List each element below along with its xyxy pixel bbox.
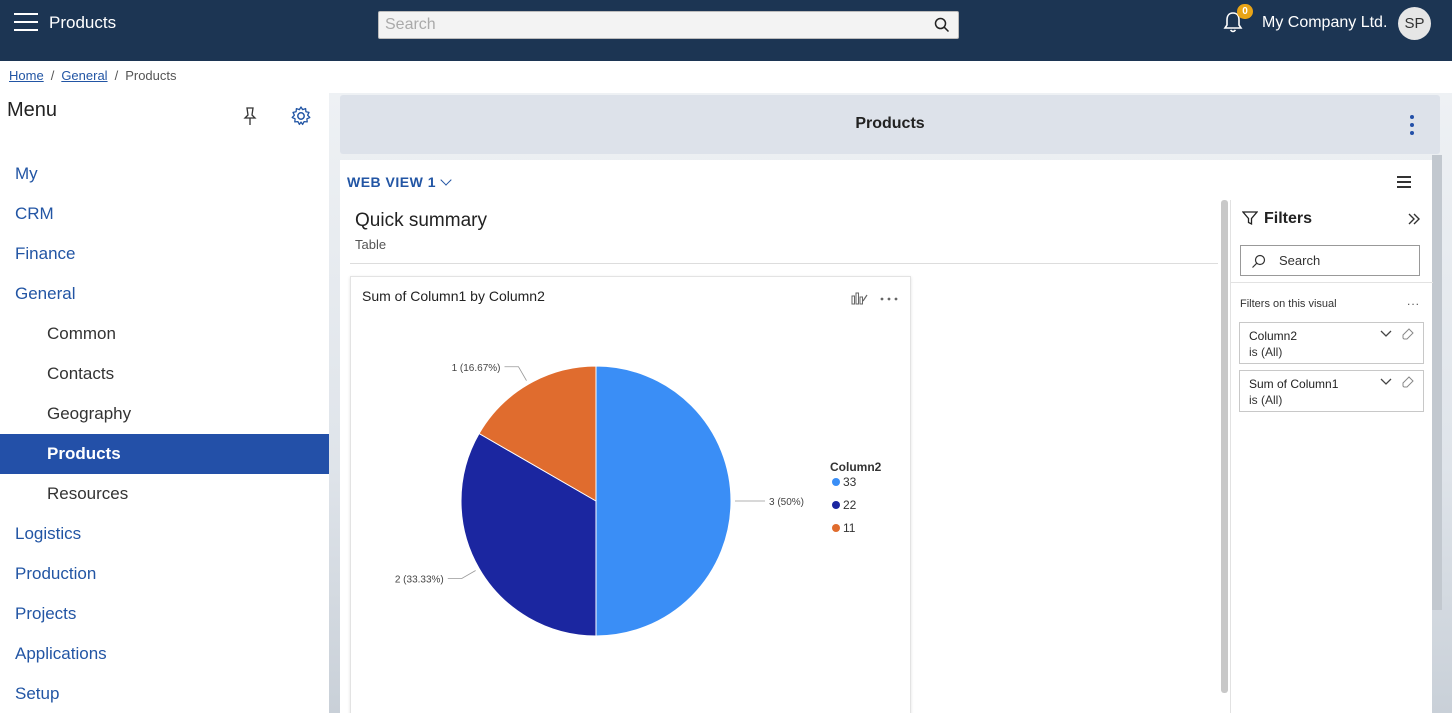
hamburger-menu-icon[interactable]: [14, 13, 38, 33]
search-icon: [1252, 254, 1266, 268]
pie-chart-visual[interactable]: Sum of Column1 by Column2 3 (50%) 2 (33.3…: [350, 276, 911, 713]
avatar[interactable]: SP: [1398, 7, 1431, 40]
sidebar-item-crm[interactable]: CRM: [0, 194, 329, 234]
report-title: Quick summary: [355, 210, 487, 231]
page-scrollbar[interactable]: [1432, 155, 1442, 610]
breadcrumb: Home / General / Products: [9, 68, 177, 83]
filter-card-sum-column1[interactable]: Sum of Column1 is (All): [1239, 370, 1424, 412]
pie-chart: 3 (50%) 2 (33.33%) 1 (16.67%) Column2 33 22…: [395, 363, 882, 637]
report-area: WEB VIEW 1 Quick summary Table Sum of Co…: [340, 160, 1433, 713]
breadcrumb-current: Products: [125, 68, 177, 83]
menu-title: Menu: [7, 99, 58, 121]
filter-search[interactable]: [1240, 245, 1420, 276]
legend-marker: [832, 478, 840, 486]
sidebar-item-common[interactable]: Common: [0, 314, 329, 354]
filters-more-button[interactable]: ...: [1407, 294, 1420, 308]
search-icon[interactable]: [934, 17, 950, 33]
data-label: 1 (16.67%): [452, 363, 501, 374]
divider: [1231, 282, 1433, 283]
filter-card-column2[interactable]: Column2 is (All): [1239, 322, 1424, 364]
breadcrumb-home[interactable]: Home: [9, 68, 44, 83]
canvas-scrollbar[interactable]: [1221, 200, 1228, 693]
app-title: Products: [49, 13, 117, 32]
legend-title: Column2: [830, 460, 882, 474]
view-selector-label: WEB VIEW 1: [347, 174, 437, 190]
eraser-icon[interactable]: [1402, 328, 1414, 340]
filters-header: Filters: [1241, 210, 1313, 228]
sidebar-item-resources[interactable]: Resources: [0, 474, 329, 514]
legend-marker: [832, 501, 840, 509]
sidebar-item-logistics[interactable]: Logistics: [0, 514, 329, 554]
page-header: Products: [340, 95, 1440, 154]
top-bar: Products 0 My Company Ltd. SP: [0, 0, 1452, 61]
leader-line: [447, 570, 476, 579]
report-subtitle: Table: [355, 237, 387, 252]
filter-card-value: is (All): [1249, 393, 1283, 407]
pin-icon[interactable]: [241, 106, 259, 126]
collapse-pane-icon[interactable]: [1407, 212, 1421, 226]
view-selector[interactable]: WEB VIEW 1: [347, 174, 452, 190]
filters-section-label: Filters on this visual: [1240, 298, 1337, 310]
chevron-down-icon[interactable]: [1380, 329, 1392, 339]
pie-slice-33[interactable]: [595, 365, 732, 637]
legend-entry[interactable]: 33: [843, 475, 857, 489]
breadcrumb-general[interactable]: General: [61, 68, 107, 83]
legend-marker: [832, 524, 840, 532]
divider: [350, 263, 1218, 264]
sidebar-item-production[interactable]: Production: [0, 554, 329, 594]
gear-icon[interactable]: [290, 105, 312, 127]
sidebar-item-contacts[interactable]: Contacts: [0, 354, 329, 394]
sidebar-item-general[interactable]: General: [0, 274, 329, 314]
eraser-icon[interactable]: [1402, 376, 1414, 388]
data-label: 2 (33.33%): [395, 575, 444, 586]
notification-badge: 0: [1237, 4, 1253, 19]
filter-card-name: Sum of Column1: [1249, 377, 1339, 391]
filters-pane: Filters Filters on this visual ... Colum…: [1230, 200, 1433, 713]
filter-search-input[interactable]: [1279, 246, 1419, 274]
filter-card-value: is (All): [1249, 345, 1283, 359]
breadcrumb-separator: /: [114, 68, 119, 83]
legend-entry[interactable]: 22: [843, 498, 857, 512]
breadcrumb-separator: /: [50, 68, 55, 83]
page-title: Products: [855, 115, 925, 132]
sidebar-item-setup[interactable]: Setup: [0, 674, 329, 713]
sidebar-item-projects[interactable]: Projects: [0, 594, 329, 634]
filters-title: Filters: [1264, 210, 1313, 227]
global-search-input[interactable]: [379, 12, 919, 38]
legend-entry[interactable]: 11: [843, 521, 856, 535]
list-icon[interactable]: [1397, 176, 1411, 188]
filter-funnel-icon: [1241, 211, 1259, 226]
menu-list: My CRM Finance General Common Contacts G…: [0, 154, 329, 713]
global-search[interactable]: [378, 11, 959, 39]
sidebar-item-geography[interactable]: Geography: [0, 394, 329, 434]
data-label: 3 (50%): [769, 497, 804, 508]
sidebar-item-products[interactable]: Products: [0, 434, 329, 474]
sidebar-item-finance[interactable]: Finance: [0, 234, 329, 274]
chevron-down-icon: [440, 174, 452, 186]
sidebar-item-applications[interactable]: Applications: [0, 634, 329, 674]
more-options-icon[interactable]: [1410, 115, 1416, 137]
company-name[interactable]: My Company Ltd.: [1262, 14, 1387, 32]
sidebar-item-my[interactable]: My: [0, 154, 329, 194]
filter-card-name: Column2: [1249, 329, 1298, 343]
report-canvas: Quick summary Table Sum of Column1 by Co…: [340, 200, 1220, 713]
chevron-down-icon[interactable]: [1380, 377, 1392, 387]
sidebar: Menu My CRM Finance General Common Conta…: [0, 93, 329, 713]
leader-line: [504, 366, 527, 381]
